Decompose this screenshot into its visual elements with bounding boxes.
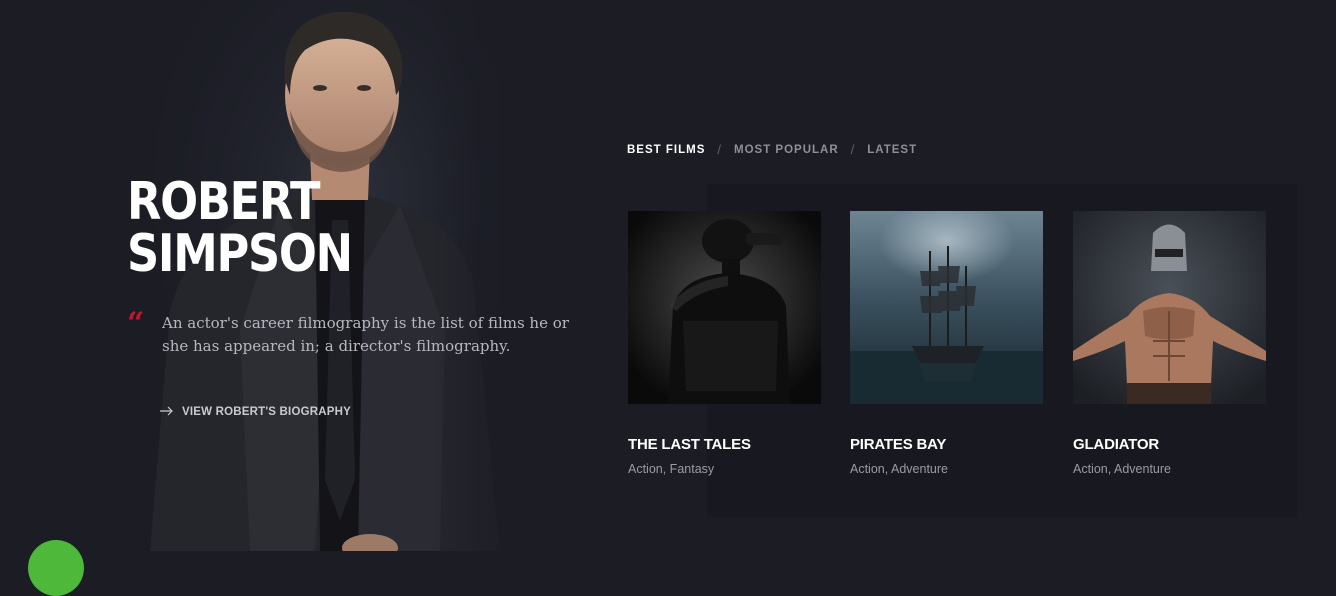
film-poster-soldier[interactable]	[628, 211, 821, 404]
film-title[interactable]: THE LAST TALES	[628, 436, 821, 453]
film-poster-pirate-ship[interactable]	[850, 211, 1043, 404]
tab-separator: /	[717, 142, 722, 157]
tab-latest[interactable]: LATEST	[867, 144, 917, 156]
actor-name-line1: ROBERT	[127, 172, 321, 232]
film-title[interactable]: PIRATES BAY	[850, 436, 1043, 453]
view-biography-label: VIEW ROBERT'S BIOGRAPHY	[182, 405, 351, 418]
film-genres: Action, Adventure	[1073, 462, 1171, 476]
arrow-right-icon	[160, 404, 174, 419]
tab-best-films[interactable]: BEST FILMS	[627, 144, 705, 156]
view-biography-link[interactable]: VIEW ROBERT'S BIOGRAPHY	[160, 404, 351, 419]
actor-name: ROBERT SIMPSON	[127, 176, 353, 280]
film-genres: Action, Adventure	[850, 462, 948, 476]
film-title[interactable]: GLADIATOR	[1073, 436, 1266, 453]
film-genres: Action, Fantasy	[628, 462, 715, 476]
film-poster-gladiator[interactable]	[1073, 211, 1266, 404]
film-card[interactable]: PIRATES BAY Action, Adventure	[850, 211, 1043, 476]
quote-icon: “	[127, 306, 145, 341]
film-card[interactable]: THE LAST TALES Action, Fantasy	[628, 211, 821, 476]
quote-text: An actor's career filmography is the lis…	[162, 314, 569, 355]
chat-widget-button[interactable]	[28, 540, 84, 596]
tab-separator: /	[850, 142, 856, 157]
tab-most-popular[interactable]: MOST POPULAR	[734, 144, 839, 156]
film-tabs: BEST FILMS / MOST POPULAR / LATEST	[627, 142, 917, 157]
actor-name-line2: SIMPSON	[127, 224, 353, 284]
film-card[interactable]: GLADIATOR Action, Adventure	[1073, 211, 1266, 476]
